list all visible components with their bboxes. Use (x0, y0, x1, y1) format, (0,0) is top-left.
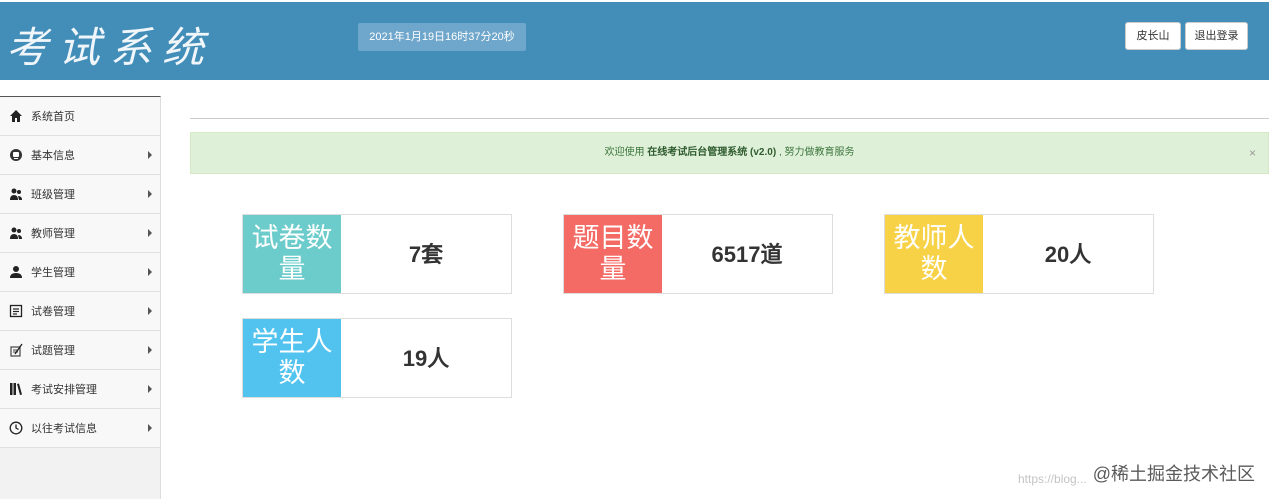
sidebar: 系统首页 基本信息 班级管理 教师管理 学生管理 试卷管理 试题管理 考试安排管… (0, 96, 161, 499)
sidebar-item-label: 试题管理 (31, 345, 75, 357)
stat-card-papers: 试卷数量 7套 (242, 214, 512, 294)
chevron-right-icon (148, 268, 152, 276)
users-icon (8, 186, 24, 202)
stat-label: 题目数量 (564, 215, 662, 293)
chevron-right-icon (148, 151, 152, 159)
sidebar-item-teacher-management[interactable]: 教师管理 (0, 214, 160, 253)
stat-value: 7套 (408, 242, 444, 267)
users-icon (8, 225, 24, 241)
stat-value: 20人 (1044, 242, 1092, 267)
sidebar-item-label: 教师管理 (31, 228, 75, 240)
sidebar-item-label: 考试安排管理 (31, 384, 97, 396)
user-icon (8, 264, 24, 280)
stat-value: 19人 (402, 346, 450, 371)
sidebar-item-label: 基本信息 (31, 150, 75, 162)
sidebar-item-home[interactable]: 系统首页 (0, 97, 160, 136)
sidebar-item-label: 系统首页 (31, 111, 75, 123)
books-icon (8, 381, 24, 397)
chevron-right-icon (148, 190, 152, 198)
user-button[interactable]: 皮长山 (1125, 22, 1181, 50)
sidebar-item-paper-management[interactable]: 试卷管理 (0, 292, 160, 331)
sidebar-item-past-exams[interactable]: 以往考试信息 (0, 409, 160, 448)
content-divider (190, 118, 1269, 119)
alert-system-name: 在线考试后台管理系统 (v2.0) (647, 147, 777, 158)
home-icon (8, 108, 24, 124)
top-header: 考试系统 2021年1月19日16时37分20秒 皮长山 退出登录 (0, 2, 1269, 80)
sidebar-item-student-management[interactable]: 学生管理 (0, 253, 160, 292)
stat-label: 试卷数量 (243, 215, 341, 293)
sidebar-item-class-management[interactable]: 班级管理 (0, 175, 160, 214)
chevron-right-icon (148, 385, 152, 393)
sidebar-item-basic-info[interactable]: 基本信息 (0, 136, 160, 175)
chevron-right-icon (148, 424, 152, 432)
question-icon (8, 342, 24, 358)
sidebar-item-label: 班级管理 (31, 189, 75, 201)
stat-card-questions: 题目数量 6517道 (563, 214, 833, 294)
close-icon[interactable]: × (1249, 133, 1256, 173)
stat-value: 6517道 (711, 242, 783, 267)
chevron-right-icon (148, 229, 152, 237)
sidebar-item-label: 以往考试信息 (31, 423, 97, 435)
chevron-right-icon (148, 307, 152, 315)
stat-label: 教师人数 (885, 215, 983, 293)
watermark: @稀土掘金技术社区 (1092, 464, 1255, 484)
sidebar-item-question-management[interactable]: 试题管理 (0, 331, 160, 370)
app-logo: 考试系统 (6, 23, 215, 72)
sidebar-item-label: 试卷管理 (31, 306, 75, 318)
sidebar-item-label: 学生管理 (31, 267, 75, 279)
logout-button[interactable]: 退出登录 (1185, 22, 1248, 50)
alert-suffix: , 努力做教育服务 (776, 147, 855, 158)
stat-card-students: 学生人数 19人 (242, 318, 512, 398)
document-icon (8, 303, 24, 319)
stat-label: 学生人数 (243, 319, 341, 397)
watermark-url: https://blog... (1018, 472, 1087, 486)
welcome-alert: 欢迎使用 在线考试后台管理系统 (v2.0) , 努力做教育服务 × (190, 132, 1269, 174)
info-icon (8, 147, 24, 163)
sidebar-item-exam-schedule[interactable]: 考试安排管理 (0, 370, 160, 409)
stat-card-teachers: 教师人数 20人 (884, 214, 1154, 294)
clock-icon (8, 420, 24, 436)
datetime-display: 2021年1月19日16时37分20秒 (358, 23, 526, 51)
chevron-right-icon (148, 346, 152, 354)
alert-prefix: 欢迎使用 (604, 147, 648, 158)
